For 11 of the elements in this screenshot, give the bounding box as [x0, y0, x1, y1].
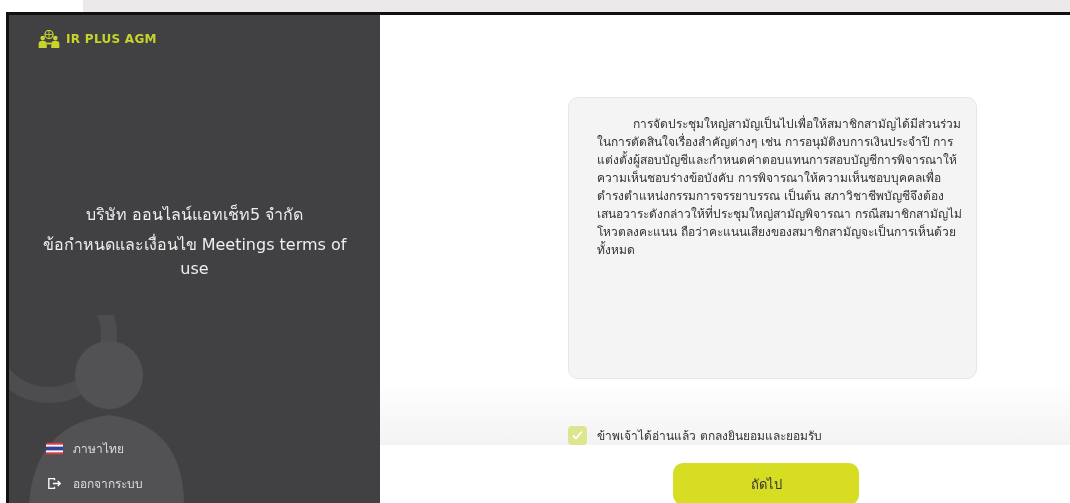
- company-name: บริษัท ออนไลน์แอทเช็ท5 จำกัด: [84, 203, 305, 226]
- brand-name: IR PLUS AGM: [66, 32, 157, 46]
- logout-icon: [46, 477, 63, 490]
- agree-checkbox[interactable]: [568, 426, 587, 445]
- language-link[interactable]: ภาษาไทย: [73, 439, 124, 458]
- terms-text: การจัดประชุมใหญ่สามัญเป็นไปเพื่อให้สมาชิกสามัญได้มีส่วนร่วมในการตัดสินใจเรื่องสำคัญต่างๆ เช่น การอนุมัติงบการเงินประจำปี การแต่งตั้งผู้สอบบัญชีและกำหนดค่าตอบแทนการสอบบัญชีการพิจารณาให้ความเห็นชอบร่างข้อบังคับ การพิจารณาให้ความเห็นชอบบุคคลเพื่อดำรงตำแหน่งกรรมการจรรยาบรรณ เป็นต้น สภาวิชาชีพบัญชีจึงต้องเสนอวาระดังกล่าวให้ที่ประชุมใหญ่สามัญพิจารณา กรณีสมาชิกสามัญไม่โหวตลงคะแนน ถือว่าคะแนนเสียงของสมาชิกสามัญจะเป็นการเห็นด้วยทั้งหมด: [597, 115, 963, 259]
- page-heading: ข้อกำหนดและเงื่อนไข Meetings terms of use: [41, 233, 348, 280]
- agreement-label: ข้าพเจ้าได้อ่านแล้ว ตกลงยินยอมและยอมรับ: [597, 428, 822, 445]
- logout-link[interactable]: ออกจากระบบ: [73, 474, 143, 493]
- next-button[interactable]: ถัดไป: [673, 463, 859, 503]
- people-globe-icon: [38, 30, 60, 48]
